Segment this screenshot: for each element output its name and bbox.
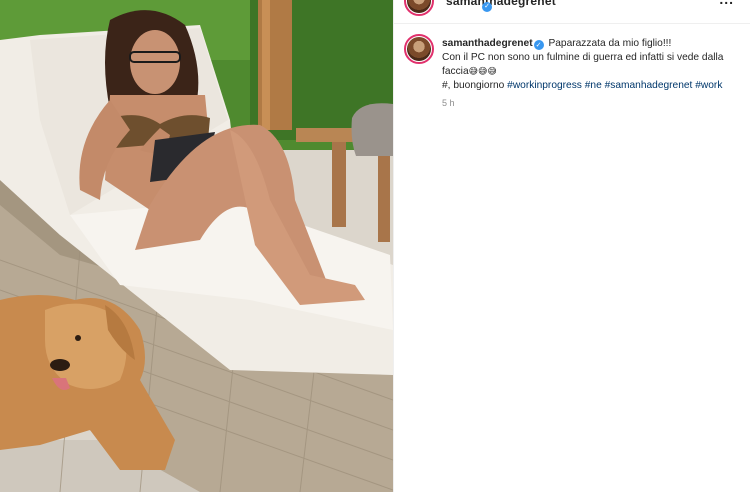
caption-text: samanthadegrenet ✓ Paparazzata da mio fig…: [442, 37, 742, 93]
caption-line-2: Con il PC non sono un fulmine di guerra …: [442, 52, 724, 63]
header-username[interactable]: samanthadegrenet: [446, 0, 556, 8]
caption-text-3: faccia: [442, 66, 469, 77]
caption-avatar[interactable]: [404, 34, 434, 64]
photo-illustration: [0, 0, 393, 492]
laughing-emoji-icon: 😅😅😅: [468, 67, 497, 77]
post-details-panel: samanthadegrenet ✓ ... samanthadegrenet✓…: [393, 0, 750, 492]
verified-badge-icon: ✓: [482, 2, 492, 12]
post-timestamp[interactable]: 5 h: [442, 98, 455, 108]
post-header: samanthadegrenet ✓ ...: [394, 0, 750, 24]
hashtag-link[interactable]: #work: [695, 80, 722, 91]
caption-line-4: #, buongiorno #workinprogress #ne #saman…: [442, 79, 742, 93]
caption-line-3: faccia😅😅😅: [442, 65, 742, 79]
caption-line-1: samanthadegrenet ✓ Paparazzata da mio fig…: [442, 37, 742, 51]
avatar-image: [407, 37, 431, 61]
more-options-icon[interactable]: ...: [719, 0, 734, 7]
post-photo[interactable]: [0, 0, 393, 492]
caption-prefix: #, buongiorno: [442, 80, 505, 91]
hashtag-link[interactable]: #workinprogress: [507, 80, 582, 91]
hashtag-link[interactable]: #ne: [585, 80, 602, 91]
hashtag-link[interactable]: #samanhadegrenet: [605, 80, 693, 91]
caption-text-1: Paparazzata da mio figlio!!!: [548, 38, 672, 49]
avatar-image: [407, 0, 431, 13]
profile-avatar[interactable]: [404, 0, 434, 16]
caption-username[interactable]: samanthadegrenet: [442, 38, 533, 49]
verified-badge-icon: ✓: [533, 40, 544, 50]
